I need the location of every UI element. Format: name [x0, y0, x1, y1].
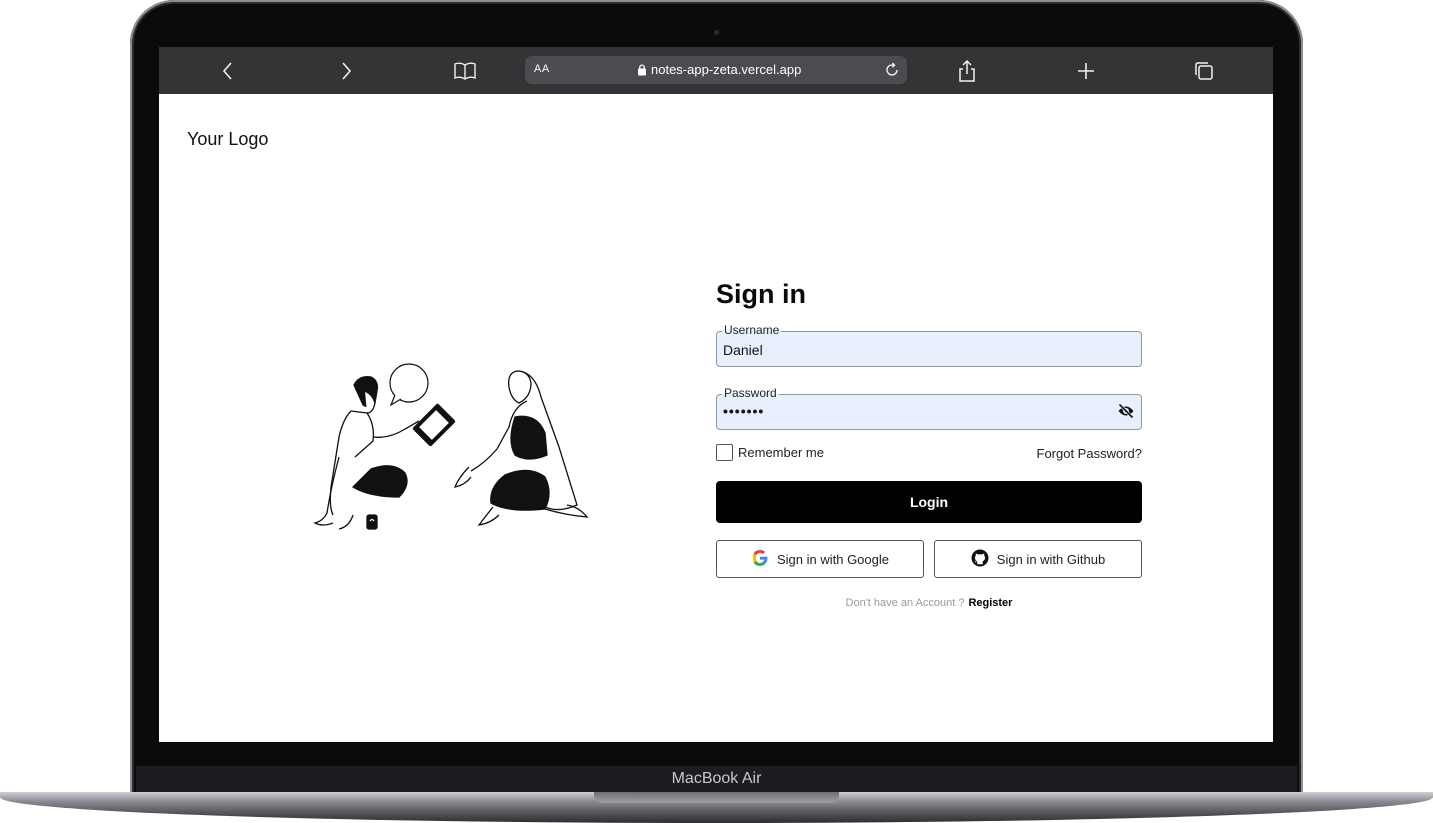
- remember-me[interactable]: Remember me: [716, 444, 824, 461]
- woman-figure-icon: [453, 370, 589, 526]
- remember-label[interactable]: Remember me: [738, 445, 824, 460]
- username-value: Daniel: [723, 342, 763, 358]
- register-link[interactable]: Register: [968, 597, 1012, 609]
- google-signin-button[interactable]: Sign in with Google: [716, 540, 924, 578]
- book-icon[interactable]: [451, 57, 479, 85]
- site-logo[interactable]: Your Logo: [187, 129, 268, 150]
- browser-toolbar: AA notes-app-zeta.vercel.app: [159, 47, 1273, 94]
- chevron-left-icon[interactable]: [214, 57, 242, 85]
- remember-checkbox[interactable]: [716, 444, 733, 461]
- chevron-right-icon[interactable]: [332, 57, 360, 85]
- lock-icon: [637, 63, 647, 81]
- page-title: Sign in: [716, 279, 806, 309]
- username-field[interactable]: Username Daniel: [716, 323, 1142, 367]
- screen: AA notes-app-zeta.vercel.app Your Logo S…: [159, 47, 1273, 742]
- google-icon: [751, 549, 777, 570]
- github-signin-button[interactable]: Sign in with Github: [934, 540, 1142, 578]
- device-label: MacBook Air: [671, 770, 762, 787]
- reload-icon[interactable]: [883, 61, 901, 84]
- url-text: notes-app-zeta.vercel.app: [651, 62, 802, 77]
- github-signin-label: Sign in with Github: [996, 551, 1106, 567]
- no-account-text: Don't have an Account ?: [845, 597, 965, 609]
- github-icon: [971, 549, 997, 570]
- laptop-opening-notch: [594, 792, 839, 803]
- text-size-button[interactable]: AA: [534, 63, 550, 75]
- tablet-icon: [412, 403, 456, 447]
- tabs-icon[interactable]: [1190, 57, 1218, 85]
- eye-off-icon[interactable]: [1117, 403, 1135, 424]
- illustration: [309, 337, 599, 537]
- speech-bubble-icon: [389, 363, 429, 407]
- login-button[interactable]: Login: [716, 481, 1142, 523]
- google-signin-label: Sign in with Google: [776, 551, 889, 567]
- share-icon[interactable]: [953, 57, 981, 85]
- camera-dot: [714, 30, 719, 35]
- forgot-password-link[interactable]: Forgot Password?: [1037, 446, 1143, 461]
- password-label: Password: [722, 386, 779, 400]
- password-value: •••••••: [723, 403, 765, 419]
- register-prompt: Don't have an Account ? Register: [716, 597, 1142, 609]
- address-bar[interactable]: AA notes-app-zeta.vercel.app: [525, 56, 907, 84]
- plus-icon[interactable]: [1072, 57, 1100, 85]
- username-label: Username: [722, 323, 782, 337]
- password-field[interactable]: Password •••••••: [716, 386, 1142, 430]
